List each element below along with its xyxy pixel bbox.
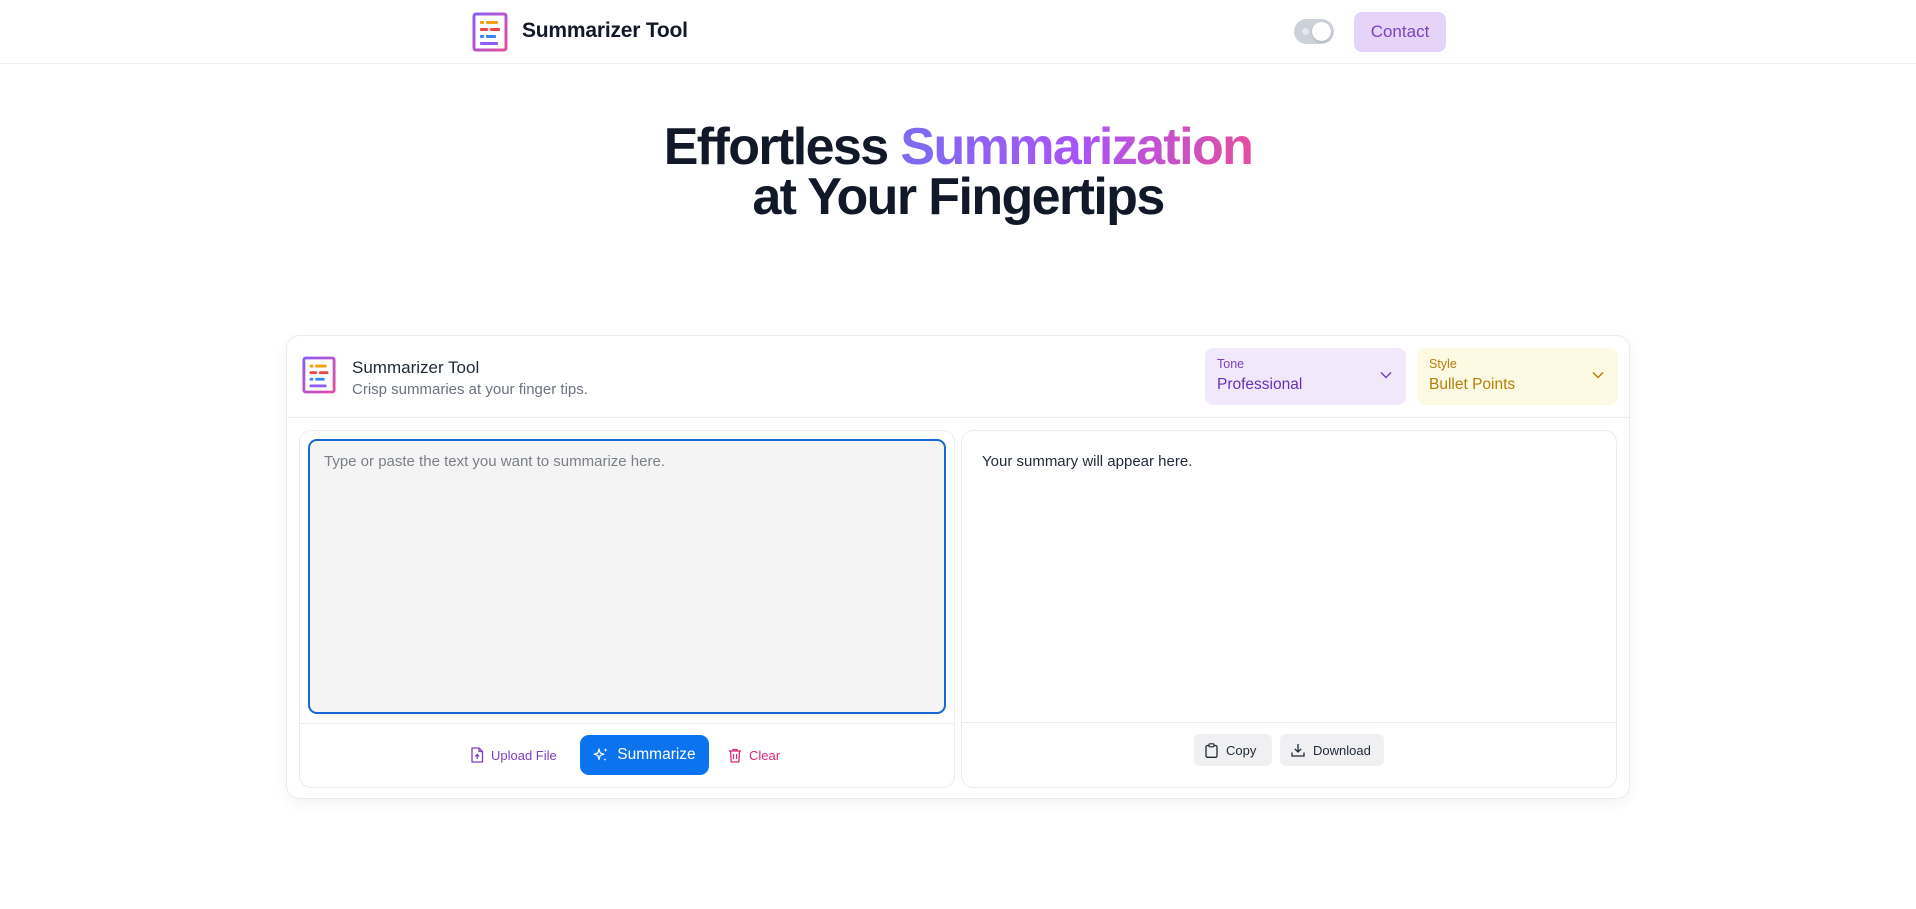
file-icon (470, 747, 484, 763)
summarizer-card: Summarizer Tool Crisp summaries at your … (286, 335, 1630, 799)
summarize-button[interactable]: Summarize (580, 735, 709, 775)
style-select[interactable]: Style Bullet Points (1417, 348, 1618, 405)
summarize-label: Summarize (617, 746, 696, 763)
download-button[interactable]: Download (1280, 734, 1384, 766)
sparkles-icon (593, 747, 609, 763)
card-subtitle: Crisp summaries at your finger tips. (352, 381, 588, 398)
card-header: Summarizer Tool Crisp summaries at your … (287, 336, 1629, 418)
chevron-down-icon (1380, 371, 1392, 379)
app-title: Summarizer Tool (522, 19, 688, 42)
hero-heading: Effortless Summarization at Your Fingert… (0, 121, 1916, 223)
output-toolbar: Copy Download (962, 722, 1616, 787)
clear-button[interactable]: Clear (728, 741, 780, 769)
clipboard-icon (1205, 742, 1218, 758)
document-list-icon (302, 356, 336, 394)
clear-label: Clear (749, 747, 781, 763)
top-navbar: Summarizer Tool Contact (0, 0, 1916, 64)
document-list-icon[interactable] (472, 12, 508, 52)
upload-file-button[interactable]: Upload File (470, 741, 557, 769)
copy-label: Copy (1226, 742, 1257, 758)
copy-button[interactable]: Copy (1194, 734, 1272, 766)
hero-line2: at Your Fingertips (752, 168, 1165, 226)
chevron-down-icon (1592, 371, 1604, 379)
source-text-input[interactable] (308, 439, 946, 714)
download-icon (1291, 743, 1305, 757)
toggle-knob (1312, 22, 1331, 41)
trash-icon (728, 748, 742, 763)
summary-output: Your summary will appear here. (982, 453, 1193, 470)
tone-value: Professional (1217, 376, 1303, 393)
download-label: Download (1313, 742, 1371, 758)
upload-file-label: Upload File (491, 747, 557, 763)
contact-button[interactable]: Contact (1354, 12, 1446, 52)
input-toolbar: Upload File Summarize Clear (300, 723, 954, 787)
input-pane: Upload File Summarize (299, 430, 955, 788)
toggle-icon (1302, 28, 1309, 35)
tone-label: Tone (1217, 357, 1245, 371)
tone-select[interactable]: Tone Professional (1205, 348, 1406, 405)
output-pane: Your summary will appear here. Copy Down… (961, 430, 1617, 788)
theme-toggle[interactable] (1294, 19, 1334, 44)
style-label: Style (1429, 357, 1457, 371)
style-value: Bullet Points (1429, 376, 1516, 393)
card-title: Summarizer Tool (352, 358, 480, 377)
